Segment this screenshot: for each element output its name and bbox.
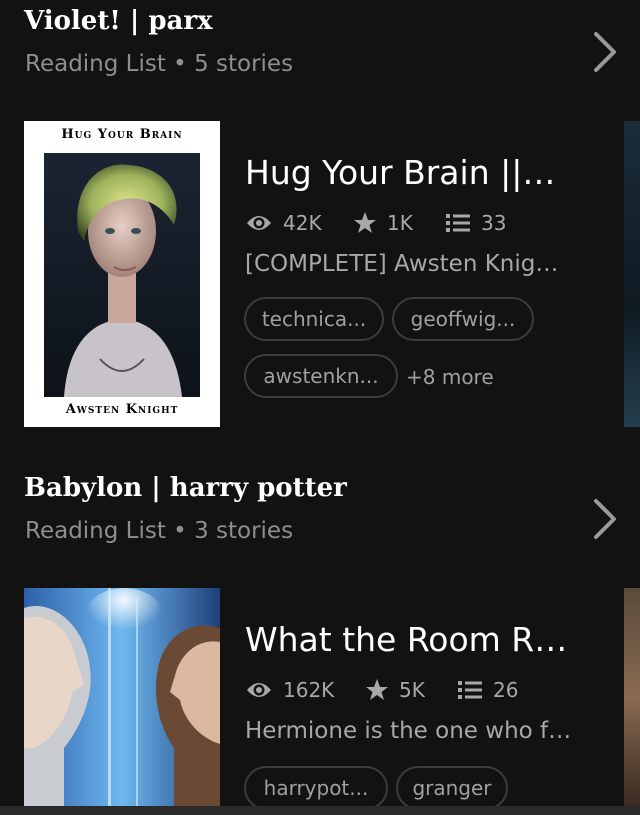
eye-icon	[247, 683, 271, 697]
story-tag[interactable]: granger	[396, 766, 508, 810]
cover-title-text: Hug Your Brain	[61, 127, 183, 142]
chevron-right-icon[interactable]	[588, 28, 624, 76]
reading-list-title[interactable]: Babylon | harry potter	[24, 473, 347, 503]
story-tag[interactable]: technica...	[244, 297, 384, 341]
votes-stat: 1K	[353, 208, 413, 238]
parts-stat: 26	[457, 675, 518, 705]
story-cover[interactable]: Hug Your Brain Awsten Knight	[24, 121, 220, 427]
votes-count: 5K	[399, 678, 425, 702]
list-icon	[458, 681, 482, 699]
reading-list-header[interactable]: Violet! | parx Reading List • 5 stories	[24, 6, 624, 86]
more-tags[interactable]: +8 more	[406, 365, 494, 389]
story-tag[interactable]: awstenkn...	[244, 354, 398, 398]
reads-stat: 42K	[245, 208, 322, 238]
reading-list-header[interactable]: Babylon | harry potter Reading List • 3 …	[24, 473, 624, 553]
reading-list-subtitle: Reading List • 5 stories	[25, 51, 294, 77]
votes-stat: 5K	[365, 675, 425, 705]
cover-art	[24, 588, 220, 806]
story-tag[interactable]: geoffwig...	[392, 297, 534, 341]
story-description: Hermione is the one who f…	[245, 718, 572, 744]
story-title[interactable]: What the Room R…	[245, 620, 567, 659]
parts-count: 26	[493, 678, 519, 702]
next-story-cover-peek[interactable]	[624, 121, 640, 427]
story-cover[interactable]	[24, 588, 220, 806]
list-icon	[446, 214, 470, 232]
star-icon	[354, 212, 376, 233]
star-icon	[366, 679, 388, 700]
reading-list-title[interactable]: Violet! | parx	[24, 6, 213, 36]
story-tag[interactable]: harrypot...	[244, 766, 388, 810]
reads-count: 162K	[283, 678, 335, 702]
votes-count: 1K	[387, 211, 413, 235]
reading-list-subtitle: Reading List • 3 stories	[25, 518, 294, 544]
reads-stat: 162K	[245, 675, 334, 705]
story-title[interactable]: Hug Your Brain ||…	[245, 153, 555, 192]
next-story-cover-peek[interactable]	[624, 588, 640, 806]
parts-stat: 33	[445, 208, 506, 238]
reads-count: 42K	[283, 211, 322, 235]
chevron-right-icon[interactable]	[588, 495, 624, 543]
cover-author-text: Awsten Knight	[65, 402, 179, 417]
parts-count: 33	[481, 211, 507, 235]
cover-art	[44, 153, 200, 397]
eye-icon	[247, 216, 271, 230]
story-description: [COMPLETE] Awsten Knig…	[245, 251, 559, 277]
bottom-divider	[0, 806, 640, 815]
